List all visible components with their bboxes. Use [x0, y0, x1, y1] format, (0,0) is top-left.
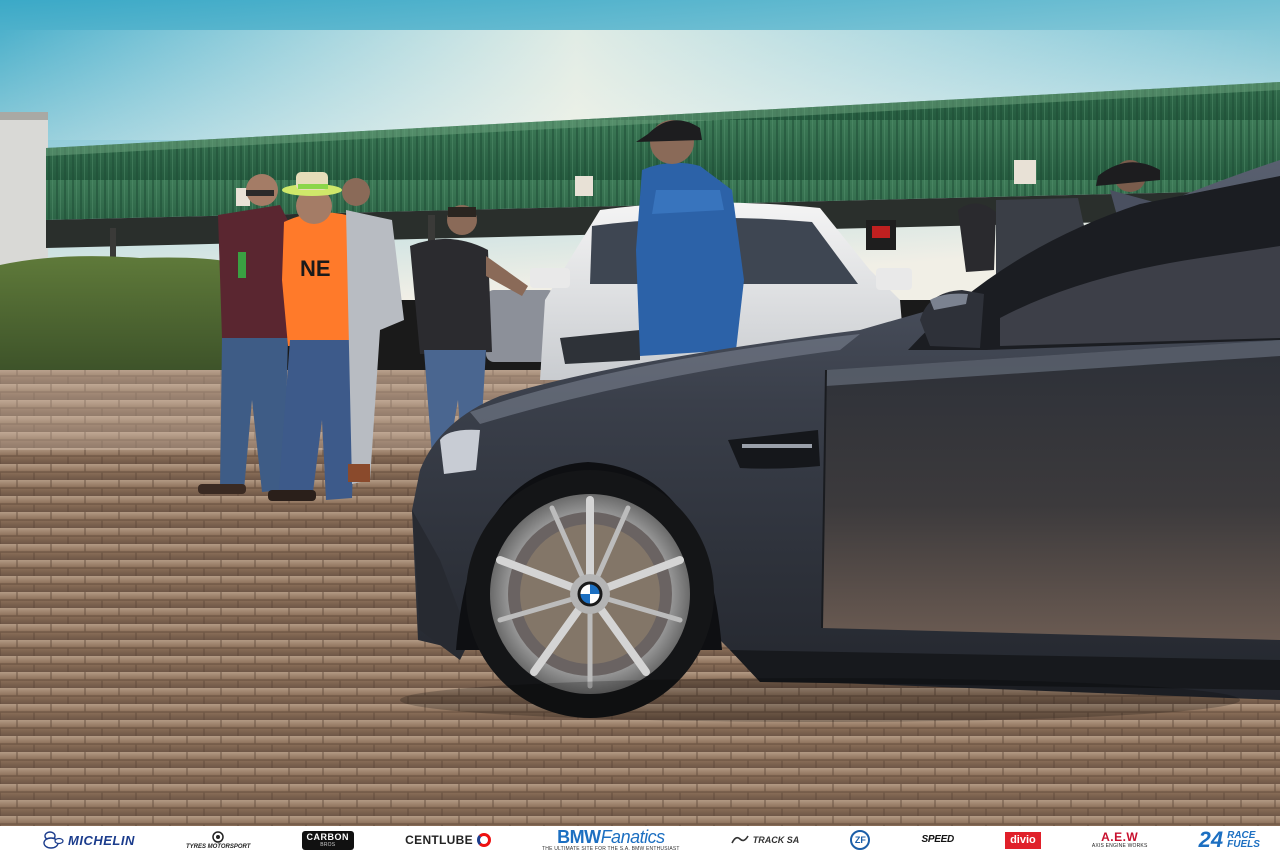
tyres-motorsport-logo: TYRES MOTORSPORT: [185, 830, 251, 850]
carbon-bros-text: CARBON: [306, 831, 350, 842]
speed-sound-text: SPEED: [921, 834, 955, 845]
bmw-fanatics-tagline: THE ULTIMATE SITE FOR THE S.A. BMW ENTHU…: [542, 846, 680, 852]
24-race-fuels-word-fuels: FUELS: [1227, 839, 1260, 850]
speed-sound-logo: SPEED: [921, 834, 955, 845]
divio-text: divio: [1010, 833, 1036, 846]
car-meet-photo: NE: [0, 0, 1280, 826]
michelin-text: MICHELIN: [68, 832, 135, 848]
aew-sub: AXIS ENGINE WORKS: [1091, 843, 1148, 849]
zf-logo: ZF: [850, 830, 871, 850]
track-sa-logo: TRACK SA: [731, 833, 800, 847]
24-race-fuels-number: 24: [1198, 827, 1224, 852]
carbon-bros-sub: BROS: [320, 841, 336, 848]
bmw-fanatics-text-b: Fanatics: [600, 827, 666, 847]
track-sa-icon: [731, 835, 749, 844]
divio-logo: divio: [1005, 831, 1041, 849]
bmw-fanatics-text: BMWFanatics: [557, 828, 665, 846]
michelin-logo: MICHELIN: [40, 830, 135, 850]
tyres-motorsport-text: TYRES MOTORSPORT: [185, 843, 251, 850]
zf-text: ZF: [854, 834, 866, 845]
bmw-fanatics-text-a: BMW: [557, 827, 601, 847]
carbon-bros-logo: CARBON BROS: [301, 830, 355, 850]
centlube-ring-icon: [476, 833, 491, 847]
centlube-logo: CENTLUBE: [405, 833, 491, 847]
aew-text: A.E.W: [1101, 830, 1139, 844]
michelin-man-icon: [43, 831, 64, 849]
tyres-motorsport-icon: [212, 830, 224, 843]
bmw-fanatics-logo: BMWFanatics THE ULTIMATE SITE FOR THE S.…: [542, 828, 680, 852]
24-race-fuels-logo: 24 RACE FUELS: [1199, 829, 1260, 851]
sponsor-bar: MICHELIN TYRES MOTORSPORT CARBON BROS CE…: [0, 826, 1280, 854]
24-race-fuels-words: RACE FUELS: [1227, 830, 1260, 850]
aew-logo: A.E.W AXIS ENGINE WORKS: [1092, 831, 1148, 849]
centlube-text: CENTLUBE: [405, 833, 473, 847]
track-sa-text: TRACK SA: [752, 834, 800, 845]
svg-text:NE: NE: [300, 256, 331, 281]
